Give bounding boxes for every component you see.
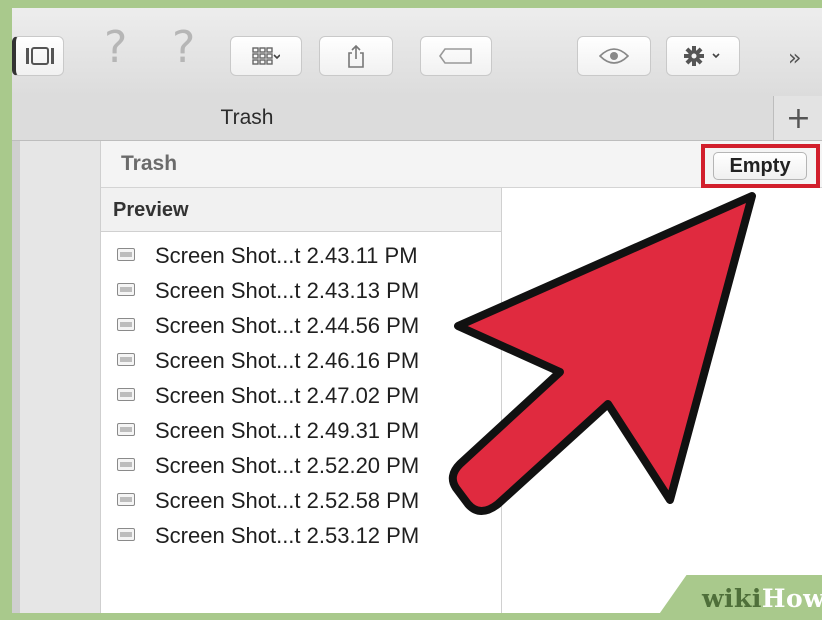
watermark-logo: wikiHow — [702, 584, 822, 613]
annotation-arrow — [448, 192, 756, 515]
arrow-shape — [448, 192, 756, 515]
